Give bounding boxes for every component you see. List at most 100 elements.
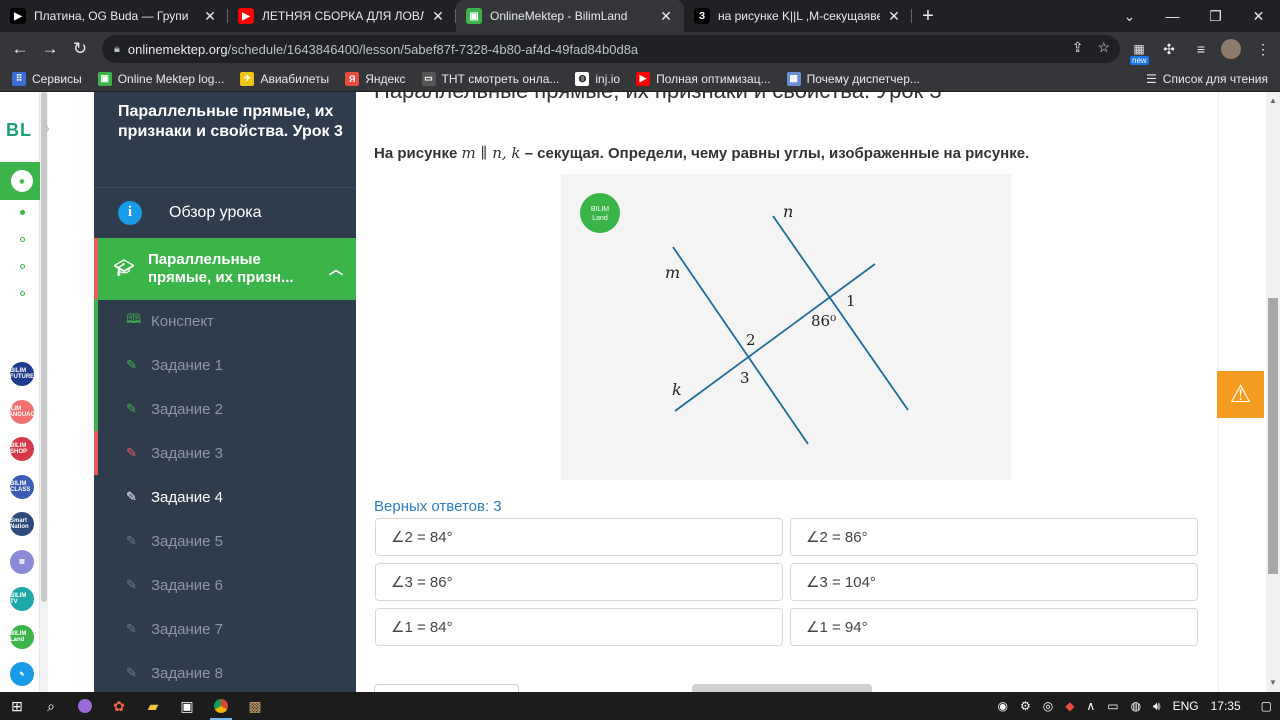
store-icon[interactable]: ▣	[170, 692, 204, 720]
profile-avatar[interactable]	[1218, 36, 1244, 62]
rail-app-icon[interactable]: Smart Nation	[10, 512, 34, 536]
sidebar-item-task-0[interactable]: 🕮︎ Конспект	[94, 299, 356, 343]
reload-button[interactable]: ↻	[65, 34, 95, 64]
file-explorer-icon[interactable]: ▰	[136, 692, 170, 720]
answer-option[interactable]: ∠3 = 86°	[375, 563, 783, 601]
rail-active-app[interactable]: ◉	[0, 162, 40, 200]
bookmark-item[interactable]: ✈ Авиабилеты	[240, 71, 329, 86]
sidebar-item-task-5[interactable]: ✎ Задание 5	[94, 519, 356, 563]
rail-app-icon[interactable]: BILIM SHOP	[10, 437, 34, 461]
rail-nav-dot[interactable]	[20, 264, 25, 269]
rail-app-icon[interactable]: BILIM Land	[10, 624, 34, 649]
reading-list-button[interactable]: ☰ Список для чтения	[1146, 72, 1268, 86]
search-icon[interactable]: ⌕	[34, 692, 68, 720]
share-icon[interactable]: ⇪	[1072, 39, 1084, 56]
chevron-up-tray-icon[interactable]: ∧	[1086, 699, 1095, 713]
rail-nav-dot[interactable]	[20, 291, 25, 296]
sidebar-item-task-2[interactable]: ✎ Задание 2	[94, 387, 356, 431]
sidebar-item-task-1[interactable]: ✎ Задание 1	[94, 343, 356, 387]
app-icon-orange[interactable]: ✿	[102, 692, 136, 720]
notifications-icon[interactable]: ▢	[1261, 699, 1272, 713]
rail-app-icon[interactable]: BILIM LANGUAGE	[5, 399, 39, 424]
tab-close-icon[interactable]: ✕	[658, 8, 674, 25]
sidebar-item-label: Конспект	[151, 312, 214, 330]
back-button[interactable]: ←	[5, 34, 35, 64]
close-window-button[interactable]: ✕	[1237, 0, 1280, 32]
rail-app-icon[interactable]: ▤	[10, 549, 34, 574]
sidebar-item-task-4[interactable]: ✎ Задание 4	[94, 475, 356, 519]
clock[interactable]: 17:35	[1211, 699, 1241, 713]
bookmark-star-icon[interactable]: ☆	[1097, 39, 1110, 56]
answer-option[interactable]: ∠1 = 84°	[375, 608, 783, 646]
tab-favicon-icon: З	[694, 8, 710, 24]
windows-start-icon[interactable]: ⊞	[0, 692, 34, 720]
extensions-puzzle-icon[interactable]: ✣	[1156, 36, 1182, 62]
bookmark-icon: ◍	[575, 71, 590, 86]
volume-icon[interactable]: 🔊︎	[1153, 699, 1161, 714]
chevron-up-icon[interactable]: ︿	[316, 260, 356, 278]
answer-option[interactable]: ∠2 = 86°	[790, 518, 1198, 556]
app-icon-purple[interactable]	[68, 692, 102, 720]
rail-scrollbar[interactable]	[40, 92, 48, 692]
rail-app-icon[interactable]: BILIM CLASS	[10, 474, 34, 499]
rail-app-icon[interactable]: ✎	[10, 662, 34, 686]
bookmark-item[interactable]: ▶ Полная оптимизац...	[636, 71, 771, 86]
sidebar-item-active-lesson[interactable]: 🎓︎ Параллельные прямые, их призн... ︿	[94, 238, 356, 300]
network-icon[interactable]: ▭	[1107, 699, 1118, 713]
tab-close-icon[interactable]: ✕	[430, 8, 446, 25]
online-mektep-icon[interactable]: ◉	[10, 169, 34, 193]
bookmark-item[interactable]: ▦ Почему диспетчер...	[786, 71, 920, 86]
minimize-button[interactable]: —	[1151, 0, 1194, 32]
lock-icon[interactable]: 🔒︎	[114, 43, 120, 56]
browser-tab-2[interactable]: ▶ ЛЕТНЯЯ СБОРКА ДЛЯ ЛОВЛИ на ✕	[228, 0, 456, 32]
forward-button[interactable]: →	[35, 34, 65, 64]
tab-close-icon[interactable]: ✕	[886, 8, 902, 25]
bookmark-item[interactable]: ▣ Online Mektep log...	[97, 71, 224, 86]
rail-nav-dot[interactable]	[20, 210, 25, 215]
tray-icon-red[interactable]: ◆	[1065, 699, 1074, 713]
chrome-icon[interactable]	[204, 692, 238, 720]
rail-app-icon[interactable]: BILIM FUTURE	[10, 362, 34, 386]
sidebar-item-task-6[interactable]: ✎ Задание 6	[94, 563, 356, 607]
expand-rail-chevron-icon[interactable]: ›	[44, 118, 50, 139]
bookmark-item[interactable]: ◍ inj.io	[575, 71, 620, 86]
new-tab-button[interactable]: +	[912, 0, 944, 32]
sidebar-item-task-8[interactable]: ✎ Задание 8	[94, 651, 356, 692]
scroll-up-icon[interactable]: ▲	[1269, 96, 1277, 105]
tray-icon-ubisoft[interactable]: ◎	[1043, 699, 1053, 713]
chrome-tray-icon[interactable]: ◍	[1131, 699, 1141, 713]
check-answer-button[interactable]	[692, 684, 872, 692]
bilimland-logo[interactable]: BL	[6, 120, 32, 141]
back-task-button[interactable]	[374, 684, 519, 692]
answer-option[interactable]: ∠3 = 104°	[790, 563, 1198, 601]
language-indicator[interactable]: ENG	[1173, 699, 1199, 713]
restore-button[interactable]: ❐	[1194, 0, 1237, 32]
bookmark-item[interactable]: ▭ ТНТ смотреть онла...	[421, 71, 559, 86]
address-bar[interactable]: 🔒︎ onlinemektep.org/schedule/1643846400/…	[102, 35, 1120, 63]
bookmark-item[interactable]: ⠿ Сервисы	[12, 71, 82, 86]
browser-tab-1[interactable]: ▶ Платина, OG Buda — Групи ✕	[0, 0, 228, 32]
rail-nav-dot[interactable]	[20, 237, 25, 242]
tab-search-icon[interactable]: ⌄	[1108, 0, 1151, 32]
steam-icon[interactable]: ⚙	[1020, 699, 1031, 713]
game-app-icon[interactable]: ▩	[238, 692, 272, 720]
discord-icon[interactable]: ◉	[997, 699, 1007, 713]
rail-app-icon[interactable]: BILIM TV	[10, 587, 34, 611]
browser-tab-4[interactable]: Зна рисунке K||L ,M-секущаяверт ✕	[684, 0, 912, 32]
sidebar-item-overview[interactable]: i Обзор урока	[94, 187, 356, 237]
extension-icon[interactable]: ▦ new	[1126, 36, 1152, 65]
scroll-down-icon[interactable]: ▼	[1269, 678, 1277, 687]
reading-list-sidebar-icon[interactable]: ≡	[1188, 36, 1214, 62]
sidebar-item-task-7[interactable]: ✎ Задание 7	[94, 607, 356, 651]
question-text: На рисунке m ∥ n, k – секущая. Определи,…	[374, 144, 1029, 162]
tab-close-icon[interactable]: ✕	[202, 8, 218, 25]
sidebar-item-task-3[interactable]: ✎ Задание 3	[94, 431, 356, 475]
scroll-thumb[interactable]	[1268, 298, 1278, 574]
browser-tab-3[interactable]: ▣ OnlineMektep - BilimLand ✕	[456, 0, 684, 32]
answer-option[interactable]: ∠2 = 84°	[375, 518, 783, 556]
report-problem-button[interactable]: ⚠	[1217, 371, 1264, 418]
bookmark-item[interactable]: Я Яндекс	[345, 71, 406, 86]
page-scrollbar[interactable]: ▲ ▼	[1266, 92, 1280, 692]
answer-option[interactable]: ∠1 = 94°	[790, 608, 1198, 646]
menu-kebab-icon[interactable]: ⋮	[1250, 36, 1276, 62]
